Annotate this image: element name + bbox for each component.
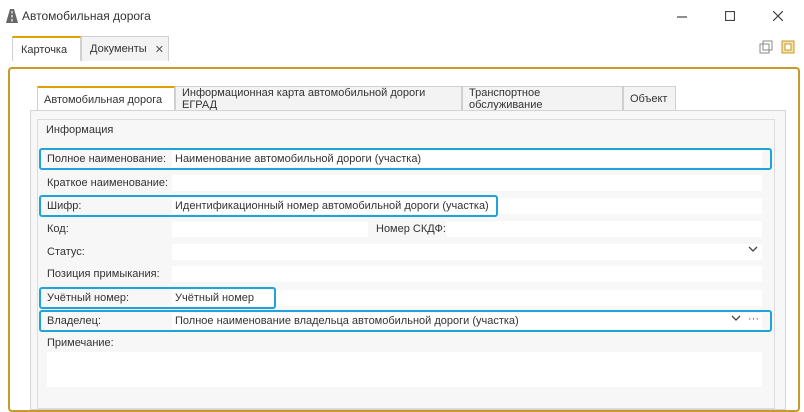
tab-label: Транспортное обслуживание xyxy=(469,86,543,111)
tab-transport-service[interactable]: Транспортное обслуживание xyxy=(462,86,623,111)
outer-tab-bar: Карточка Документы ✕ xyxy=(0,36,804,62)
owner-value: Полное наименование владельца автомобиль… xyxy=(175,315,519,327)
short-name-label: Краткое наименование: xyxy=(47,177,169,189)
close-icon[interactable] xyxy=(768,6,788,26)
chevron-down-icon[interactable] xyxy=(731,313,741,326)
restore-panel-icon[interactable] xyxy=(758,39,774,55)
junction-label: Позиция примыкания: xyxy=(47,268,160,280)
full-name-value: Наименование автомобильной дороги (участ… xyxy=(175,153,422,165)
full-name-field[interactable]: Наименование автомобильной дороги (участ… xyxy=(172,151,762,167)
short-name-field[interactable] xyxy=(172,175,762,191)
tab-egrad-card[interactable]: Информационная карта автомобильной дорог… xyxy=(175,86,462,111)
cipher-label: Шифр: xyxy=(47,200,82,212)
window-title: Автомобильная дорога xyxy=(22,9,151,23)
code-label: Код: xyxy=(47,223,69,235)
note-label: Примечание: xyxy=(47,337,114,349)
account-number-label: Учётный номер: xyxy=(47,292,130,304)
tab-object[interactable]: Объект xyxy=(623,86,676,110)
cipher-value: Идентификационный номер автомобильной до… xyxy=(175,200,489,212)
tab-documents[interactable]: Документы ✕ xyxy=(81,36,169,61)
maximize-icon[interactable] xyxy=(720,6,740,26)
owner-select[interactable]: Полное наименование владельца автомобиль… xyxy=(172,313,762,329)
code-field[interactable] xyxy=(172,221,368,237)
owner-label: Владелец: xyxy=(47,315,101,327)
title-bar: Автомобильная дорога xyxy=(0,0,804,32)
close-tab-icon[interactable]: ✕ xyxy=(155,43,164,56)
cipher-field[interactable]: Идентификационный номер автомобильной до… xyxy=(172,198,762,214)
tab-label: Автомобильная дорога xyxy=(44,93,163,106)
account-number-value: Учётный номер xyxy=(175,292,255,304)
tab-label: Документы xyxy=(90,43,147,55)
more-options-button[interactable]: ··· xyxy=(748,313,759,325)
status-select[interactable] xyxy=(172,244,762,260)
status-label: Статус: xyxy=(47,246,85,258)
tab-label: Объект xyxy=(630,92,668,105)
junction-field[interactable] xyxy=(172,266,762,282)
tab-label: Карточка xyxy=(21,43,68,56)
group-title: Информация xyxy=(46,124,114,136)
road-icon xyxy=(6,9,18,23)
settings-panel-icon[interactable] xyxy=(780,39,796,55)
note-textarea[interactable] xyxy=(47,352,762,387)
minimize-icon[interactable] xyxy=(672,6,692,26)
skdf-label: Номер СКДФ: xyxy=(376,223,446,235)
toolbar-icons xyxy=(758,39,796,55)
full-name-label: Полное наименование: xyxy=(47,153,167,165)
tab-card[interactable]: Карточка xyxy=(12,36,81,61)
tab-label: Информационная карта автомобильной дорог… xyxy=(182,86,426,111)
tab-road[interactable]: Автомобильная дорога xyxy=(37,86,175,111)
account-number-field[interactable]: Учётный номер xyxy=(172,290,762,306)
skdf-field[interactable] xyxy=(447,221,762,237)
chevron-down-icon[interactable] xyxy=(748,244,758,257)
